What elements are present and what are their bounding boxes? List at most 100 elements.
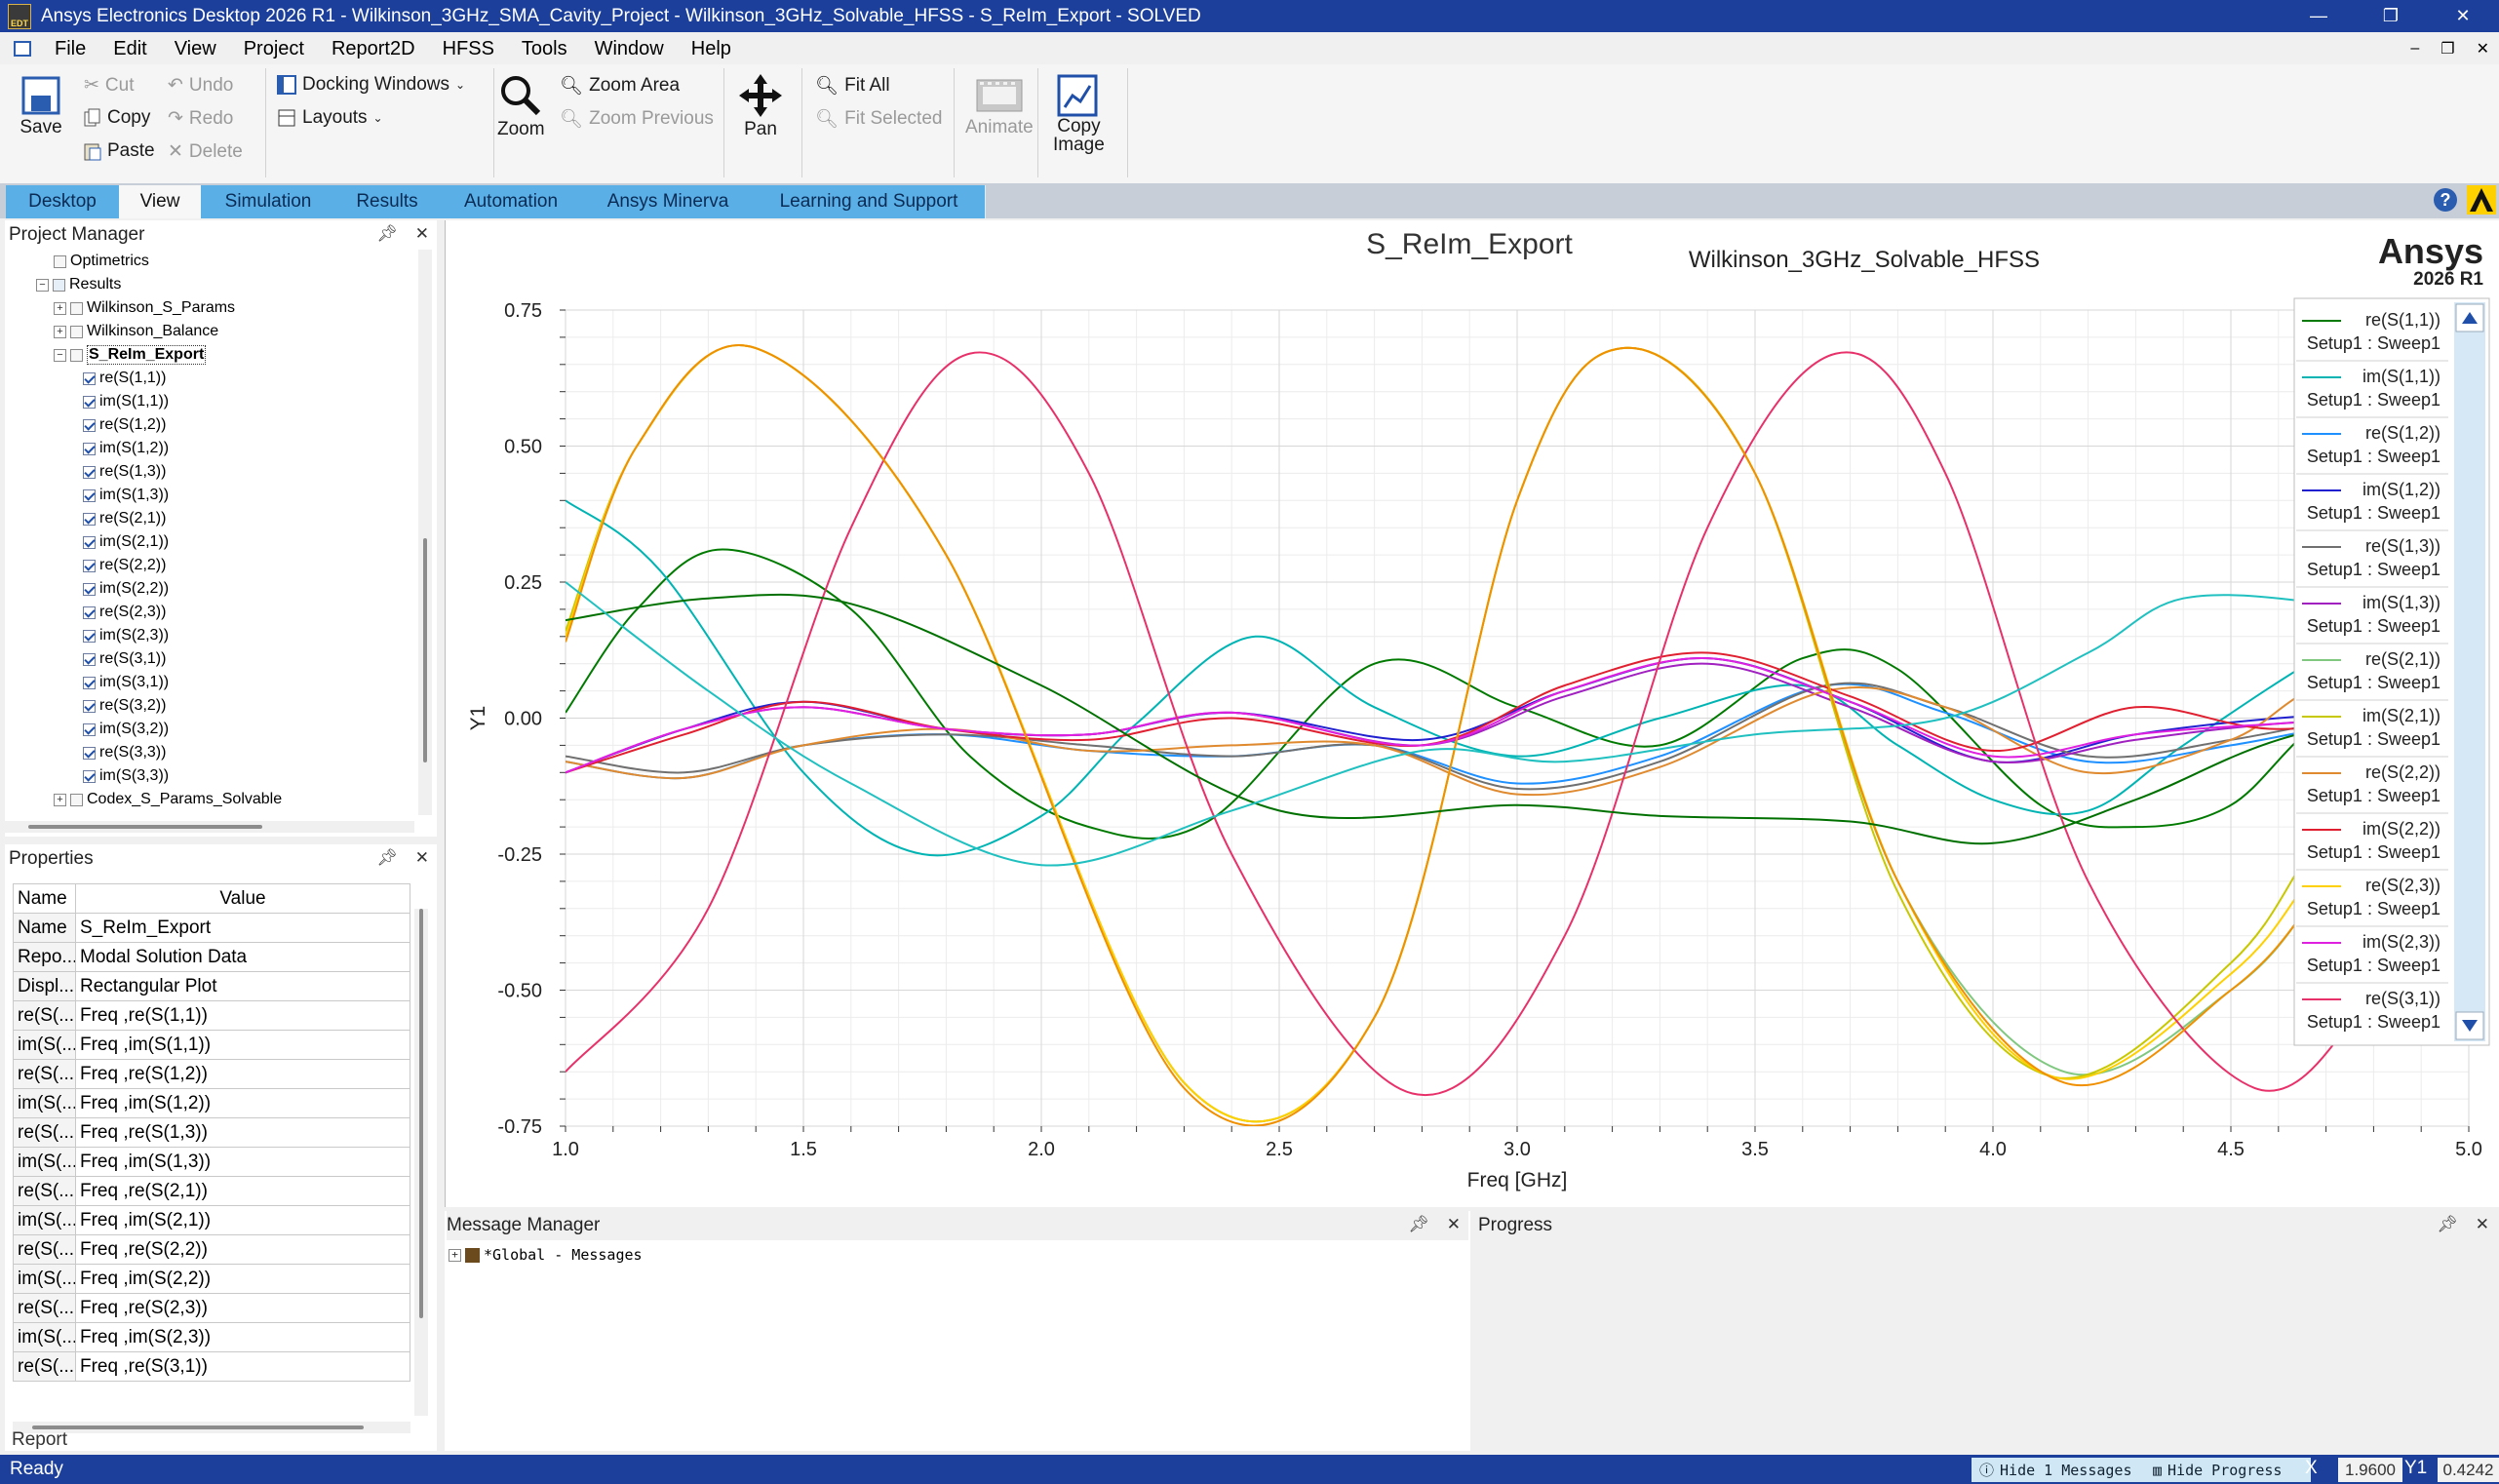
property-row[interactable]: im(S(... Freq ,im(S(1,2)) [13,1088,410,1118]
property-value[interactable]: Freq ,re(S(1,3)) [75,1117,410,1148]
menu-window[interactable]: Window [581,38,678,60]
legend-series-name[interactable]: im(S(1,2)) [2362,480,2440,499]
property-row[interactable]: im(S(... Freq ,im(S(1,1)) [13,1030,410,1060]
report-tab[interactable]: Report [12,1429,67,1451]
checkbox-checked-icon[interactable] [83,512,96,526]
tab-view[interactable]: View [119,185,202,218]
layouts-dropdown[interactable]: Layouts ⌄ [277,107,383,129]
checkbox-checked-icon[interactable] [83,769,96,783]
help-icon[interactable]: ? [2434,188,2457,212]
tree-item[interactable]: re(S(1,3)) [83,460,166,484]
legend-series-name[interactable]: im(S(1,1)) [2362,367,2440,386]
collapse-icon[interactable]: − [54,348,66,362]
property-row[interactable]: Displ... Rectangular Plot [13,971,410,1001]
tree-item[interactable]: im(S(1,3)) [83,484,169,507]
tree-item[interactable]: re(S(2,1)) [83,507,166,530]
tree-item[interactable]: im(S(1,1)) [83,390,169,413]
property-value[interactable]: Freq ,im(S(1,3)) [75,1147,410,1177]
copy-button[interactable]: Copy [84,107,150,129]
checkbox-checked-icon[interactable] [83,488,96,502]
menu-file[interactable]: File [41,38,99,60]
rectangular-plot[interactable]: 1.0 1.5 2.0 2.5 3.0 3.5 4.0 4.5 5.0 0.75 0.50 0.25 0… [446,220,2499,1207]
property-row[interactable]: im(S(... Freq ,im(S(2,3)) [13,1322,410,1352]
zoom-area-button[interactable]: 🔍︎ Zoom Area [560,74,680,98]
property-value[interactable]: Freq ,re(S(1,1)) [75,1000,410,1031]
hide-progress-button[interactable]: ▥ Hide Progress [2145,1458,2311,1482]
property-value[interactable]: Freq ,re(S(2,2)) [75,1234,410,1265]
property-row[interactable]: im(S(... Freq ,im(S(1,3)) [13,1147,410,1177]
plot-window[interactable]: 1.0 1.5 2.0 2.5 3.0 3.5 4.0 4.5 5.0 0.75 0.50 0.25 0… [445,220,2499,1207]
tree-item[interactable]: re(S(1,1)) [83,367,166,390]
pin-icon[interactable]: 📌︎ [2437,1215,2458,1234]
scrollbar-thumb[interactable] [32,1425,364,1429]
close-icon[interactable]: ✕ [2476,1215,2489,1234]
legend-series-name[interactable]: re(S(3,1)) [2365,989,2440,1008]
menu-view[interactable]: View [161,38,230,60]
redo-button[interactable]: ↷ Redo [168,107,233,130]
collapse-icon[interactable]: − [36,278,49,292]
save-button[interactable]: Save [20,74,62,138]
checkbox-checked-icon[interactable] [83,465,96,479]
zoom-previous-button[interactable]: 🔍︎ Zoom Previous [560,107,714,131]
tab-desktop[interactable]: Desktop [6,185,120,218]
tree-item[interactable]: − S_ReIm_Export [54,343,207,367]
tree-item[interactable]: re(S(3,3)) [83,741,166,764]
checkbox-checked-icon[interactable] [83,582,96,596]
property-value[interactable]: S_ReIm_Export [75,913,410,943]
property-row[interactable]: re(S(... Freq ,re(S(2,1)) [13,1176,410,1206]
property-value[interactable]: Freq ,re(S(1,2)) [75,1059,410,1089]
legend-series-name[interactable]: re(S(1,2)) [2365,423,2440,443]
cut-button[interactable]: ✂ Cut [84,74,135,97]
paste-button[interactable]: Paste [84,140,155,162]
property-row[interactable]: re(S(... Freq ,re(S(1,3)) [13,1117,410,1148]
expand-icon[interactable]: + [54,325,66,338]
tree-item[interactable]: im(S(3,2)) [83,718,169,741]
tree-item[interactable]: Optimetrics [54,250,149,273]
tree-vertical-scrollbar[interactable] [418,250,432,815]
expand-icon[interactable]: + [54,301,66,315]
property-row[interactable]: re(S(... Freq ,re(S(1,2)) [13,1059,410,1089]
legend-scrollbar[interactable] [2454,302,2485,1041]
property-value[interactable]: Freq ,re(S(2,1)) [75,1176,410,1206]
legend-series-name[interactable]: im(S(1,3)) [2362,593,2440,612]
pan-button[interactable]: Pan [737,72,784,140]
animate-button[interactable]: Animate [965,74,1034,138]
copy-image-button[interactable]: Copy Image [1053,74,1105,154]
doc-minimize-button[interactable]: – [2410,40,2419,58]
document-icon[interactable] [14,41,31,57]
fit-selected-button[interactable]: 🔍︎ Fit Selected [815,107,942,131]
tree-item[interactable]: + Wilkinson_S_Params [54,296,235,320]
legend-series-name[interactable]: im(S(2,2)) [2362,819,2440,839]
expand-icon[interactable]: + [449,1248,461,1262]
menu-project[interactable]: Project [230,38,318,60]
checkbox-checked-icon[interactable] [83,371,96,385]
tree-item[interactable]: re(S(3,1)) [83,647,166,671]
checkbox-checked-icon[interactable] [83,395,96,409]
legend-series-name[interactable]: im(S(2,3)) [2362,932,2440,952]
undo-button[interactable]: ↶ Undo [168,74,233,97]
property-row[interactable]: im(S(... Freq ,im(S(2,1)) [13,1205,410,1235]
property-row[interactable]: re(S(... Freq ,re(S(2,2)) [13,1234,410,1265]
property-value[interactable]: Freq ,im(S(2,3)) [75,1322,410,1352]
docking-windows-dropdown[interactable]: Docking Windows ⌄ [277,74,465,96]
tree-item[interactable]: im(S(2,3)) [83,624,169,647]
checkbox-checked-icon[interactable] [83,699,96,713]
menu-edit[interactable]: Edit [99,38,160,60]
property-row[interactable]: re(S(... Freq ,re(S(1,1)) [13,1000,410,1031]
close-window-button[interactable]: ✕ [2427,0,2499,32]
tab-simulation[interactable]: Simulation [201,185,336,218]
ansys-logo-icon[interactable] [2467,185,2496,215]
property-value[interactable]: Freq ,re(S(2,3)) [75,1293,410,1323]
legend-series-name[interactable]: re(S(2,3)) [2365,876,2440,895]
delete-button[interactable]: ✕ Delete [168,140,243,163]
legend-series-name[interactable]: re(S(2,1)) [2365,649,2440,669]
tab-learning-and-support[interactable]: Learning and Support [753,185,986,218]
tree-item[interactable]: + Codex_S_Params_Solvable [54,788,282,810]
property-row[interactable]: im(S(... Freq ,im(S(2,2)) [13,1264,410,1294]
zoom-button[interactable]: Zoom [497,72,545,140]
properties-horizontal-scrollbar[interactable] [13,1422,410,1433]
tree-item[interactable]: − Results [36,273,121,296]
tree-item[interactable]: im(S(2,1)) [83,530,169,554]
checkbox-checked-icon[interactable] [83,418,96,432]
property-value[interactable]: Freq ,im(S(1,2)) [75,1088,410,1118]
